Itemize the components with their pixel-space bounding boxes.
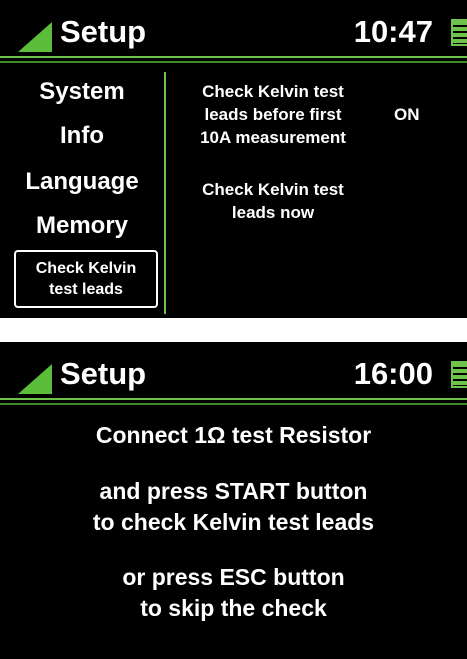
header-bar: Setup 10:47 [0, 0, 467, 63]
instruction-line: to skip the check [140, 595, 327, 621]
option-value-on[interactable]: ON [394, 103, 420, 126]
menu-item-label-line1: Check Kelvin [35, 260, 137, 277]
instruction-line: to check Kelvin test leads [92, 509, 375, 535]
header-divider [0, 56, 467, 58]
option-label-line2: leads before first [204, 105, 342, 124]
instruction-press-start: and press START button to check Kelvin t… [0, 476, 467, 538]
menu-item-check-kelvin-selected[interactable]: Check Kelvin test leads [14, 250, 158, 308]
option-label-line1: Check Kelvin test [202, 180, 344, 199]
page-title: Setup [60, 14, 147, 49]
setup-screen-kelvin-options: Setup 10:47 System Info Language Memory … [0, 0, 467, 318]
battery-icon [451, 361, 467, 388]
option-check-before-10a[interactable]: Check Kelvin test leads before first 10A… [168, 80, 378, 149]
instruction-line: and press START button [99, 478, 368, 504]
setup-screen-connect-resistor: Setup 16:00 Connect 1Ω test Resistor and… [0, 342, 467, 659]
instruction-connect-resistor: Connect 1Ω test Resistor [0, 420, 467, 451]
option-label-line1: Check Kelvin test [202, 82, 344, 101]
header-divider-shadow [0, 61, 467, 63]
sidebar-divider [164, 72, 166, 314]
menu-item-info[interactable]: Info [0, 122, 164, 150]
setup-triangle-icon [18, 22, 52, 52]
menu-item-system[interactable]: System [0, 78, 164, 106]
battery-icon [451, 19, 467, 46]
setup-triangle-icon [18, 364, 52, 394]
option-label-line2: leads now [231, 203, 315, 222]
setup-menu: System Info Language Memory Check Kelvin… [0, 72, 164, 312]
option-label-line3: 10A measurement [200, 128, 346, 147]
menu-item-label-line2: test leads [49, 281, 123, 298]
option-check-now[interactable]: Check Kelvin test leads now [168, 178, 378, 224]
header-divider-shadow [0, 403, 467, 405]
clock-time: 16:00 [353, 356, 433, 391]
header-bar: Setup 16:00 [0, 342, 467, 405]
page-title: Setup [60, 356, 147, 391]
instruction-press-esc: or press ESC button to skip the check [0, 562, 467, 624]
header-divider [0, 398, 467, 400]
menu-item-language[interactable]: Language [0, 168, 164, 196]
instruction-line: Connect 1Ω test Resistor [95, 422, 372, 448]
menu-item-memory[interactable]: Memory [0, 212, 164, 240]
clock-time: 10:47 [353, 14, 433, 49]
instruction-line: or press ESC button [122, 564, 345, 590]
